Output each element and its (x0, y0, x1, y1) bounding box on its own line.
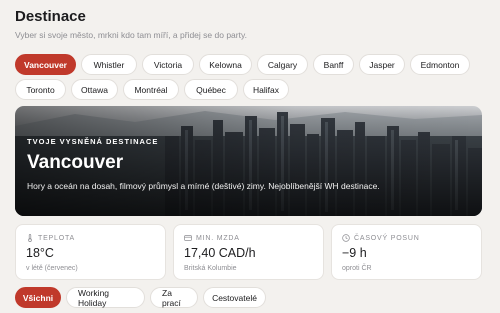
stat-card-temperature: TEPLOTA 18°C v létě (červenec) (15, 224, 166, 280)
stat-label-row: ČASOVÝ POSUN (342, 234, 420, 242)
stat-label: ČASOVÝ POSUN (354, 234, 420, 242)
traveler-filter-chips: Všichni Working Holiday Za prací Cestova… (15, 287, 271, 308)
stat-note: v létě (červenec) (26, 265, 78, 272)
destination-hero-card: TVOJE VYSNĚNÁ DESTINACE Vancouver Hory a… (15, 106, 482, 216)
city-chips-row-1: Vancouver Whistler Victoria Kelowna Calg… (15, 54, 470, 75)
hero-kicker: TVOJE VYSNĚNÁ DESTINACE (27, 137, 159, 146)
page-title: Destinace (15, 8, 86, 25)
filter-chip-for-work[interactable]: Za prací (150, 287, 198, 308)
filter-chip-working-holiday[interactable]: Working Holiday (66, 287, 145, 308)
city-chip-banff[interactable]: Banff (313, 54, 354, 75)
stat-card-time-offset: ČASOVÝ POSUN −9 h oproti ČR (331, 224, 482, 280)
city-chip-vancouver[interactable]: Vancouver (15, 54, 76, 75)
stat-note: Britská Kolumbie (184, 265, 237, 272)
city-chip-jasper[interactable]: Jasper (359, 54, 405, 75)
hero-description: Hory a oceán na dosah, filmový průmysl a… (27, 181, 380, 191)
filter-chip-travelers[interactable]: Cestovatelé (203, 287, 266, 308)
hero-city-name: Vancouver (27, 152, 124, 173)
thermometer-icon (28, 234, 32, 242)
page-subtitle: Vyber si svoje město, mrkni kdo tam míří… (15, 30, 247, 40)
stat-label-row: MIN. MZDA (184, 234, 240, 242)
city-chip-whistler[interactable]: Whistler (81, 54, 137, 75)
city-chip-toronto[interactable]: Toronto (15, 79, 66, 100)
city-chips-row-2: Toronto Ottawa Montréal Québec Halifax (15, 79, 294, 100)
city-chip-ottawa[interactable]: Ottawa (71, 79, 118, 100)
stat-label: MIN. MZDA (196, 234, 240, 242)
card-icon (184, 235, 192, 241)
city-chip-victoria[interactable]: Victoria (142, 54, 194, 75)
stat-card-min-wage: MIN. MZDA 17,40 CAD/h Britská Kolumbie (173, 224, 324, 280)
city-chip-montreal[interactable]: Montréal (123, 79, 179, 100)
stat-value: 17,40 CAD/h (184, 246, 256, 260)
clock-icon (342, 234, 350, 242)
city-chip-quebec[interactable]: Québec (184, 79, 238, 100)
stat-value: −9 h (342, 246, 367, 260)
stat-label: TEPLOTA (38, 234, 75, 242)
stat-note: oproti ČR (342, 265, 372, 272)
city-chip-edmonton[interactable]: Edmonton (410, 54, 470, 75)
filter-chip-all[interactable]: Všichni (15, 287, 61, 308)
city-chip-calgary[interactable]: Calgary (257, 54, 308, 75)
stat-label-row: TEPLOTA (26, 234, 75, 242)
city-chip-kelowna[interactable]: Kelowna (199, 54, 252, 75)
city-chip-halifax[interactable]: Halifax (243, 79, 289, 100)
stat-value: 18°C (26, 246, 54, 260)
